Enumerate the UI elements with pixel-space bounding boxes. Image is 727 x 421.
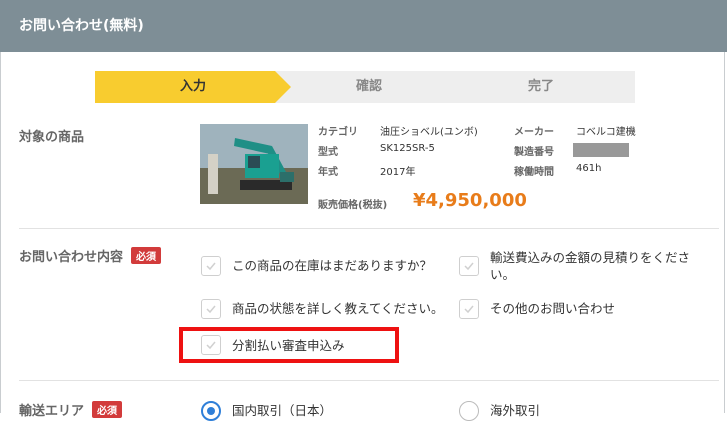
serial-redacted (573, 143, 629, 157)
required-badge: 必須 (92, 401, 123, 418)
hours-value: 461h (576, 163, 602, 174)
model-key: 型式 (318, 147, 338, 158)
radio-domestic-label[interactable]: 国内取引（日本） (232, 402, 332, 419)
inquiry-label-text: お問い合わせ内容 (19, 250, 124, 265)
serial-key: 製造番号 (514, 147, 554, 158)
divider (19, 380, 719, 381)
model-value: SK125SR-5 (380, 143, 435, 154)
category-value: 油圧ショベル(ユンボ) (380, 127, 478, 138)
category-key: カテゴリ (318, 127, 358, 138)
checkbox-other[interactable] (459, 299, 479, 319)
inquiry-section-label: お問い合わせ内容 必須 (19, 246, 162, 265)
page-title: お問い合わせ(無料) (0, 0, 727, 52)
area-label-text: 輸送エリア (19, 404, 85, 419)
radio-overseas-label[interactable]: 海外取引 (490, 402, 540, 419)
step-complete: 完了 (447, 71, 635, 103)
highlight-box (179, 327, 399, 363)
maker-key: メーカー (514, 127, 554, 138)
checkbox-stock[interactable] (201, 256, 221, 276)
radio-overseas[interactable] (459, 401, 479, 421)
option-condition-label[interactable]: 商品の状態を詳しく教えてください。 (232, 300, 444, 317)
check-icon (464, 262, 474, 271)
year-value: 2017年 (380, 167, 416, 178)
divider (19, 228, 719, 229)
product-photo (200, 124, 308, 204)
checkbox-shipping-quote[interactable] (459, 256, 479, 276)
step-input: 入力 (95, 71, 291, 103)
price-value: ¥4,950,000 (413, 190, 527, 211)
option-other-label[interactable]: その他のお問い合わせ (490, 300, 615, 317)
check-icon (464, 305, 474, 314)
maker-value: コベルコ建機 (576, 127, 636, 138)
check-icon (206, 305, 216, 314)
required-badge: 必須 (131, 247, 162, 264)
radio-domestic[interactable] (201, 401, 221, 421)
product-section-label: 対象の商品 (19, 130, 85, 145)
excavator-image (200, 124, 308, 204)
year-key: 年式 (318, 167, 338, 178)
price-key: 販売価格(税抜) (318, 200, 388, 211)
hours-key: 稼働時間 (514, 167, 554, 178)
option-shipping-quote-label[interactable]: 輸送費込みの金額の見積りをください。 (490, 249, 705, 283)
checkbox-condition[interactable] (201, 299, 221, 319)
option-stock-label[interactable]: この商品の在庫はまだありますか？ (232, 257, 432, 274)
area-section-label: 輸送エリア 必須 (19, 400, 123, 419)
check-icon (206, 262, 216, 271)
step-confirm: 確認 (271, 71, 467, 103)
